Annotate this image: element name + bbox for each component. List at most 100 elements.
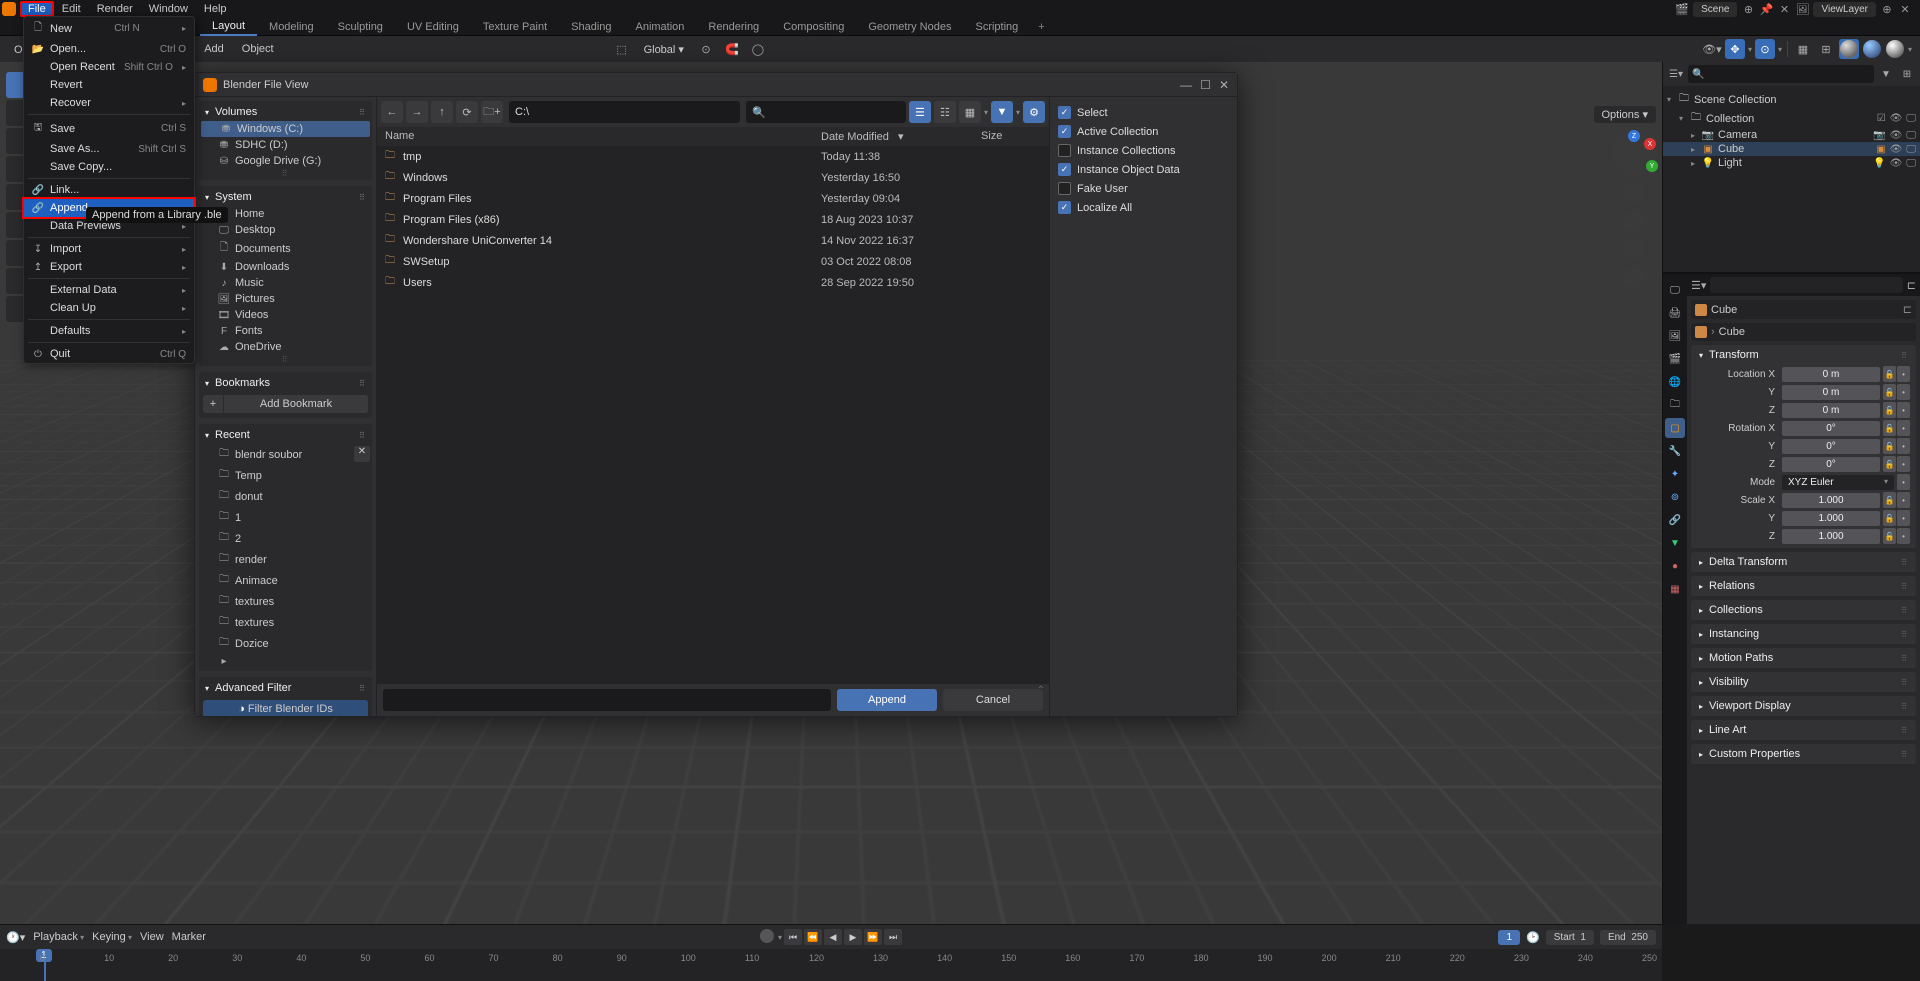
file-row[interactable]: 🗀SWSetup03 Oct 2022 08:08 — [377, 251, 1049, 272]
menu-edit[interactable]: Edit — [54, 1, 89, 17]
outliner-item[interactable]: ▸ 💡Light 💡👁🖵 — [1663, 156, 1920, 170]
rot-mode-dropdown[interactable]: XYZ Euler▾ — [1782, 475, 1894, 490]
perspective-icon[interactable] — [1623, 266, 1645, 288]
option-instance-collections[interactable]: Instance Collections — [1058, 141, 1229, 160]
tab-texture-paint[interactable]: Texture Paint — [471, 19, 559, 35]
nav-fwd-icon[interactable]: → — [406, 101, 428, 123]
prop-tab-material[interactable]: ● — [1665, 556, 1685, 576]
prop-tab-viewlayer[interactable]: 🖼 — [1665, 326, 1685, 346]
option-fake-user[interactable]: Fake User — [1058, 179, 1229, 198]
view-list-icon[interactable]: ☰ — [909, 101, 931, 123]
tab-compositing[interactable]: Compositing — [771, 19, 856, 35]
prop-tab-render[interactable]: 🖵 — [1665, 280, 1685, 300]
panel-viewport-display[interactable]: ▸Viewport Display⠿ — [1691, 696, 1916, 716]
prop-tab-particles[interactable]: ✦ — [1665, 464, 1685, 484]
prop-tab-output[interactable]: 🖨 — [1665, 303, 1685, 323]
menu-object[interactable]: Object — [236, 41, 280, 57]
pivot-icon[interactable]: ⊙ — [696, 39, 716, 59]
tab-scripting[interactable]: Scripting — [963, 19, 1030, 35]
loc-x[interactable]: 0 m — [1782, 367, 1880, 382]
tab-modeling[interactable]: Modeling — [257, 19, 326, 35]
file-row[interactable]: 🗀tmpToday 11:38 — [377, 146, 1049, 167]
maximize-icon[interactable]: ☐ — [1200, 78, 1211, 92]
tab-animation[interactable]: Animation — [624, 19, 697, 35]
recent-item[interactable]: 🗀Dozice — [199, 633, 352, 654]
system-item[interactable]: ⬇Downloads — [199, 259, 372, 275]
view-thumb-icon[interactable]: ▦ — [959, 101, 981, 123]
prop-tab-data[interactable]: ▼ — [1665, 533, 1685, 553]
prop-tab-constraints[interactable]: 🔗 — [1665, 510, 1685, 530]
recent-item[interactable]: 🗀Temp — [199, 465, 352, 486]
file-row[interactable]: 🗀Wondershare UniConverter 1414 Nov 2022 … — [377, 230, 1049, 251]
keyframe-next-icon[interactable]: ⏩ — [864, 929, 882, 945]
props-search[interactable] — [1710, 277, 1902, 293]
prop-tab-scene[interactable]: 🎬 — [1665, 349, 1685, 369]
nav-up-icon[interactable]: ↑ — [431, 101, 453, 123]
panel-motion-paths[interactable]: ▸Motion Paths⠿ — [1691, 648, 1916, 668]
append-button[interactable]: Append — [837, 689, 937, 711]
disable-icon[interactable]: 🖵 — [1906, 113, 1916, 124]
menu-render[interactable]: Render — [89, 1, 141, 17]
keyframe-prev-icon[interactable]: ⏪ — [804, 929, 822, 945]
hide-icon[interactable]: 👁 — [1890, 158, 1903, 169]
file-row[interactable]: 🗀Program FilesYesterday 09:04 — [377, 188, 1049, 209]
file-menu-open-recent[interactable]: Open Recent Shift Ctrl O▸ — [24, 58, 194, 76]
loc-z[interactable]: 0 m — [1782, 403, 1880, 418]
new-folder-icon[interactable]: 🗀+ — [481, 101, 503, 123]
viewlayer-del-icon[interactable]: ✕ — [1898, 2, 1912, 16]
menu-view-timeline[interactable]: View — [140, 931, 164, 943]
file-menu-revert[interactable]: Revert — [24, 76, 194, 94]
system-item[interactable]: 🗋Documents — [199, 238, 372, 259]
file-menu-quit[interactable]: ⏻Quit Ctrl Q — [24, 345, 194, 363]
section-volumes[interactable]: ▾Volumes⠿ — [199, 103, 372, 121]
panel-custom-properties[interactable]: ▸Custom Properties⠿ — [1691, 744, 1916, 764]
filter-blender-ids-button[interactable]: ◑ Filter Blender IDs — [203, 700, 368, 716]
panel-line-art[interactable]: ▸Line Art⠿ — [1691, 720, 1916, 740]
outliner-mode-icon[interactable]: ☰▾ — [1667, 65, 1685, 83]
props-pin-icon[interactable]: ⊏ — [1907, 279, 1916, 292]
system-item[interactable]: ☁OneDrive — [199, 339, 372, 355]
file-menu-save-as-[interactable]: Save As... Shift Ctrl S — [24, 140, 194, 158]
props-mode-icon[interactable]: ☰▾ — [1691, 279, 1706, 292]
tab-geometry-nodes[interactable]: Geometry Nodes — [856, 19, 963, 35]
orbit-gizmo[interactable]: X Y Z — [1612, 132, 1656, 176]
jump-start-icon[interactable]: ⏮ — [784, 929, 802, 945]
system-item[interactable]: 🎞Videos — [199, 307, 372, 323]
recent-item[interactable]: 🗀2 — [199, 528, 352, 549]
menu-file[interactable]: File — [20, 1, 54, 17]
rot-y[interactable]: 0° — [1782, 439, 1880, 454]
menu-marker[interactable]: Marker — [172, 931, 206, 943]
shading-render-icon[interactable] — [1885, 39, 1905, 59]
recent-item[interactable]: 🗀1 — [199, 507, 352, 528]
outliner-collection[interactable]: ▾🗀Collection ☑👁🖵 — [1663, 109, 1920, 128]
panel-relations[interactable]: ▸Relations⠿ — [1691, 576, 1916, 596]
recent-item[interactable]: 🗀donut — [199, 486, 352, 507]
section-bookmarks[interactable]: ▾Bookmarks⠿ — [199, 374, 372, 392]
play-rev-icon[interactable]: ◀ — [824, 929, 842, 945]
shading-wire-icon[interactable]: ⊞ — [1816, 39, 1836, 59]
anim-icon[interactable]: • — [1897, 366, 1910, 382]
current-frame[interactable]: 1 — [1498, 930, 1520, 945]
shading-solid-icon[interactable] — [1839, 39, 1859, 59]
file-row[interactable]: 🗀Program Files (x86)18 Aug 2023 10:37 — [377, 209, 1049, 230]
file-menu-export[interactable]: ↥Export ▸ — [24, 258, 194, 276]
loc-y[interactable]: 0 m — [1782, 385, 1880, 400]
start-frame[interactable]: Start 1 — [1546, 930, 1594, 945]
panel-collections[interactable]: ▸Collections⠿ — [1691, 600, 1916, 620]
tab-layout[interactable]: Layout — [200, 18, 257, 36]
snap-icon[interactable]: 🧲 — [722, 39, 742, 59]
prop-tab-object[interactable]: ▢ — [1665, 418, 1685, 438]
recent-item[interactable]: 🗀render — [199, 549, 352, 570]
recent-more[interactable]: ▸ — [199, 654, 352, 669]
outliner-item[interactable]: ▸ ▣Cube ▣👁🖵 — [1663, 142, 1920, 156]
pan-icon[interactable] — [1623, 210, 1645, 232]
menu-add[interactable]: Add — [198, 41, 230, 57]
file-row[interactable]: 🗀WindowsYesterday 16:50 — [377, 167, 1049, 188]
jump-end-icon[interactable]: ⏭ — [884, 929, 902, 945]
recent-item[interactable]: 🗀textures — [199, 591, 352, 612]
scene-new-icon[interactable]: ⊕ — [1741, 2, 1755, 16]
outliner-search[interactable]: 🔍 — [1688, 65, 1874, 83]
menu-keying[interactable]: Keying — [92, 931, 132, 943]
xray-icon[interactable]: ▦ — [1793, 39, 1813, 59]
option-active-collection[interactable]: ✓Active Collection — [1058, 122, 1229, 141]
